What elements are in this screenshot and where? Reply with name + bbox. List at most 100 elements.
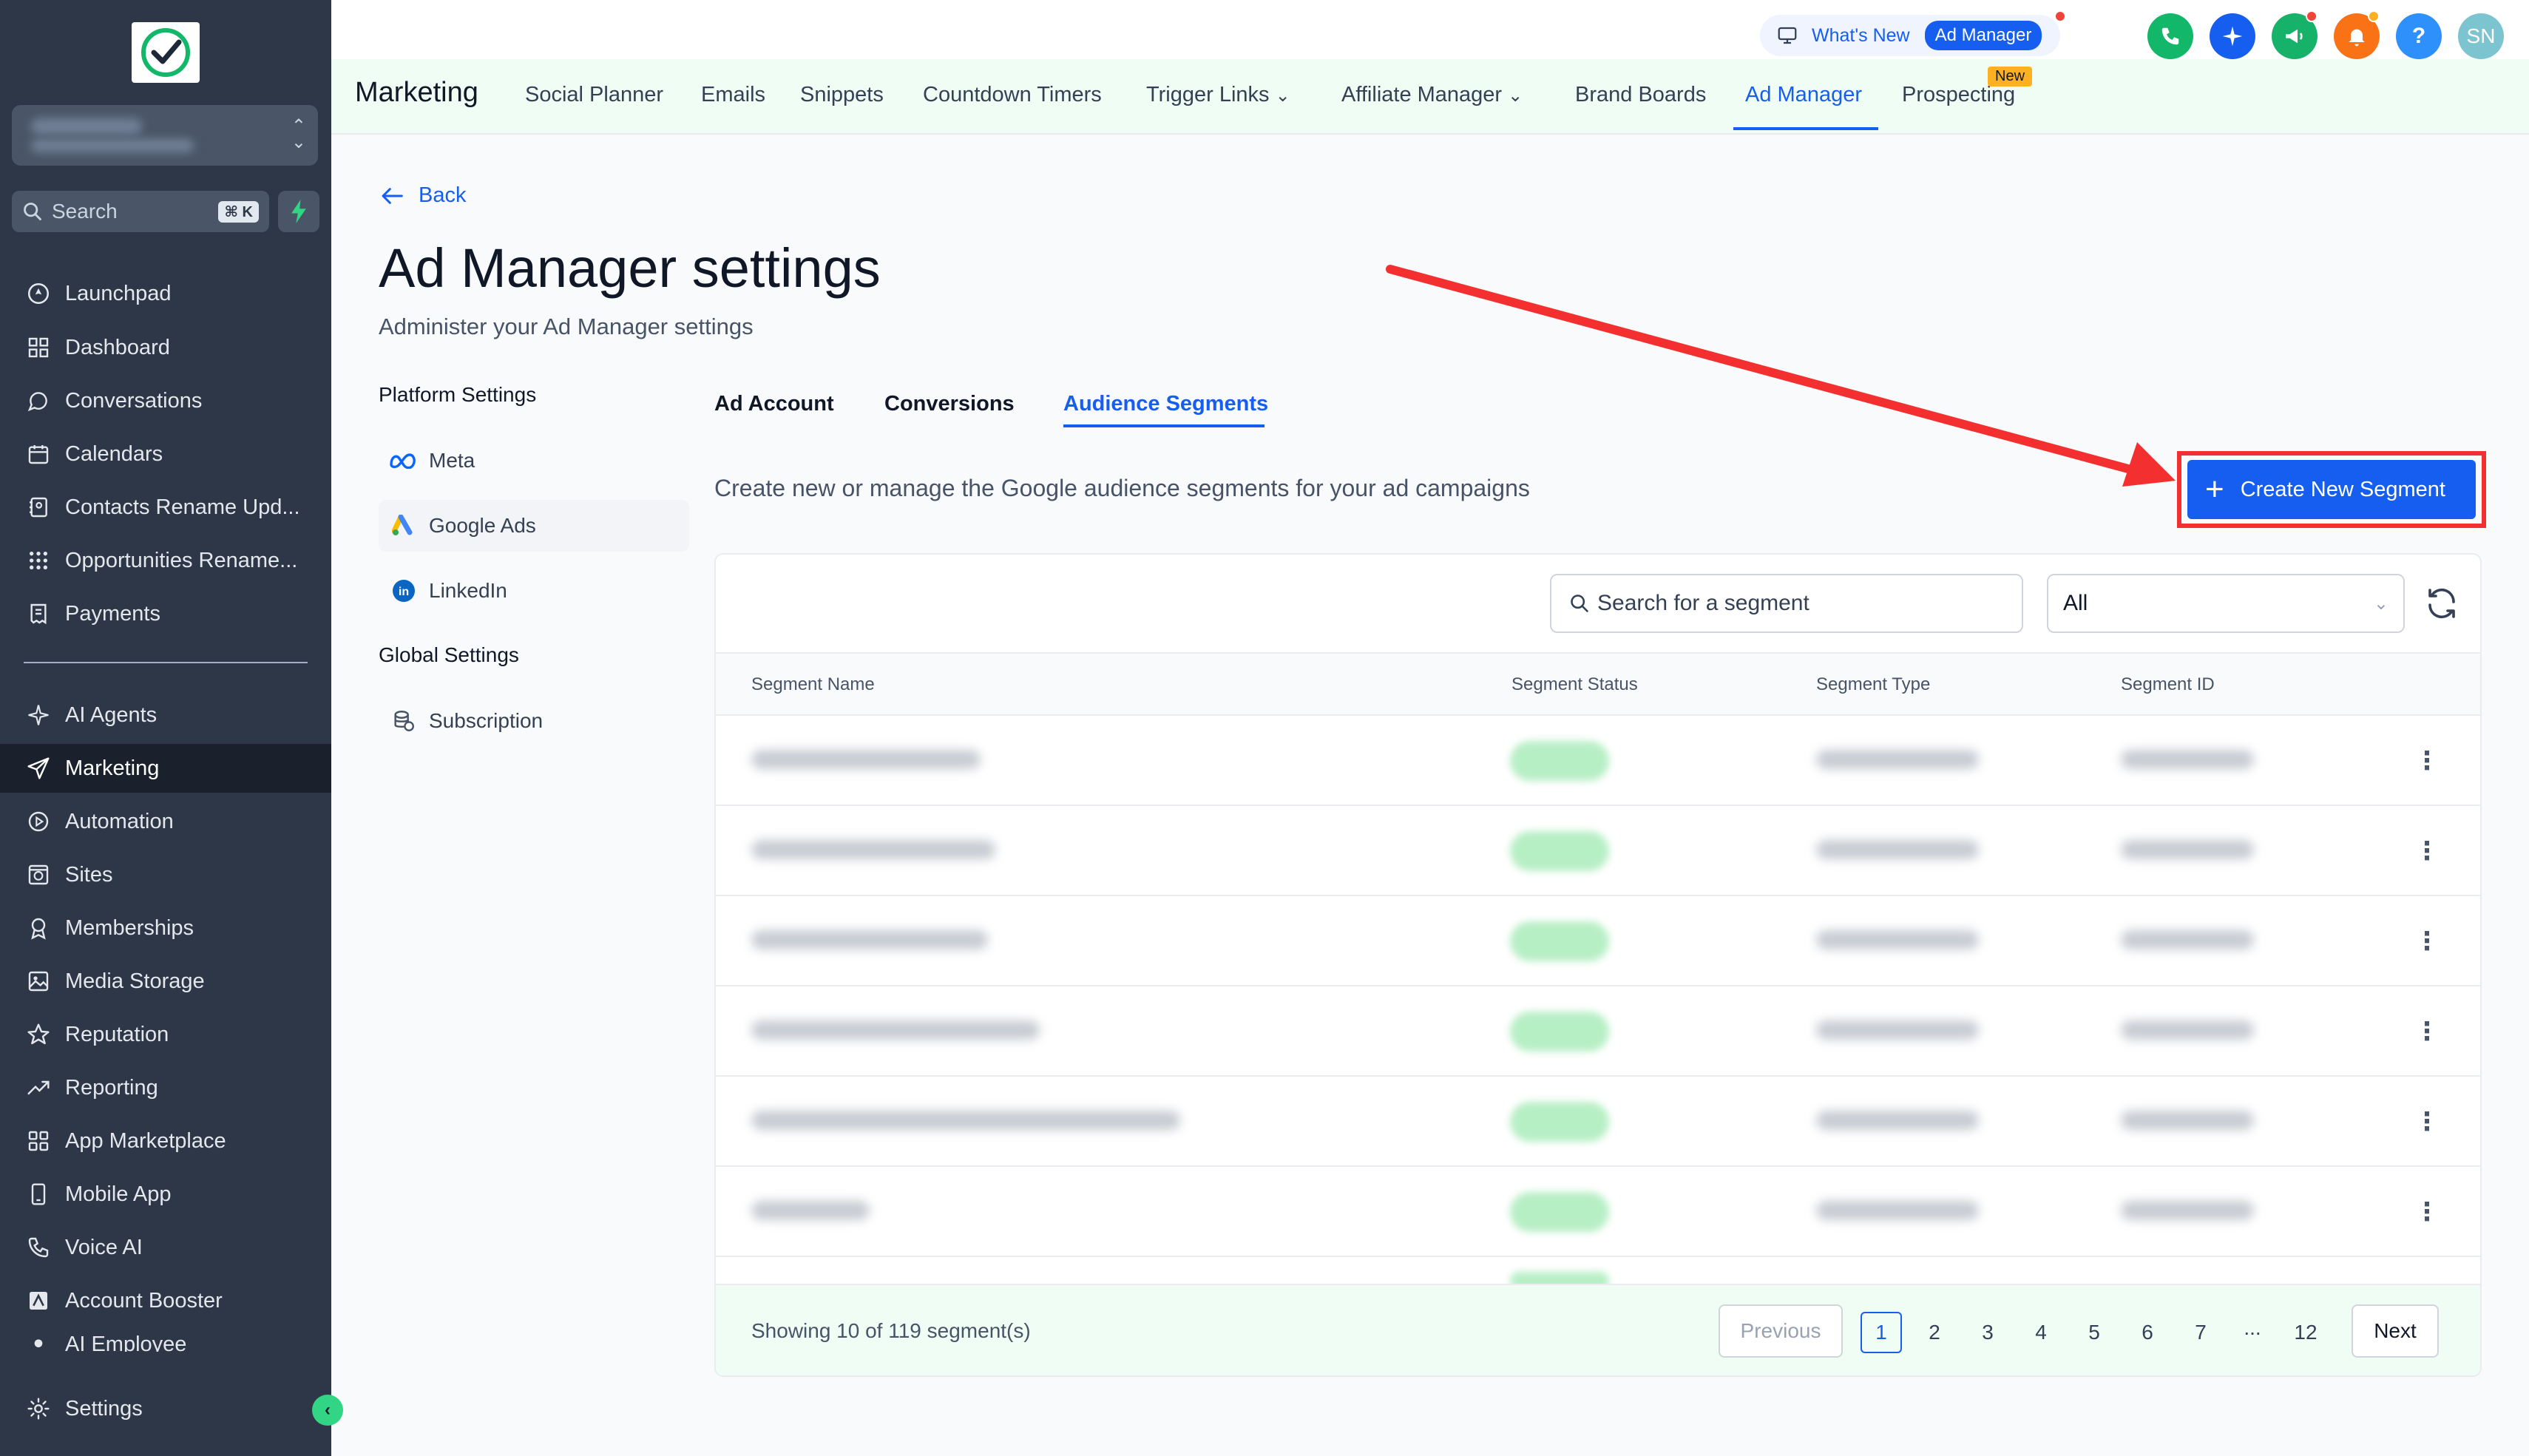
row-menu-icon[interactable]: ⋮ — [2414, 834, 2440, 868]
previous-page-button[interactable]: Previous — [1719, 1304, 1843, 1358]
avatar-initials: SN — [2466, 24, 2496, 47]
help-icon: ? — [2411, 24, 2426, 48]
refresh-icon[interactable] — [2424, 586, 2459, 621]
sidebar-item-reporting[interactable]: Reporting — [0, 1063, 331, 1112]
table-row[interactable]: ⋮ — [716, 986, 2480, 1077]
page-2[interactable]: 2 — [1914, 1312, 1955, 1353]
segment-search-input[interactable]: Search for a segment — [1550, 574, 2023, 633]
global-subscription[interactable]: Subscription — [379, 695, 689, 747]
employee-icon — [24, 1333, 53, 1352]
sidebar-item-account-booster[interactable]: Account Booster — [0, 1276, 331, 1325]
user-avatar[interactable]: SN — [2458, 13, 2504, 59]
page-6[interactable]: 6 — [2127, 1312, 2168, 1353]
help-button[interactable]: ? — [2396, 13, 2442, 59]
sidebar-item-label: Mobile App — [65, 1182, 172, 1206]
tab-brand-boards[interactable]: Brand Boards — [1575, 83, 1706, 107]
sidebar-item-payments[interactable]: Payments — [0, 589, 331, 638]
back-link[interactable]: Back — [380, 183, 466, 208]
tab-ad-account[interactable]: Ad Account — [714, 392, 834, 416]
platform-google-ads[interactable]: Google Ads — [379, 500, 689, 552]
sidebar-item-contacts[interactable]: Contacts Rename Upd... — [0, 483, 331, 532]
column-segment-name[interactable]: Segment Name — [751, 674, 875, 695]
page-ellipsis: ... — [2244, 1316, 2261, 1339]
sidebar-item-opportunities[interactable]: Opportunities Rename... — [0, 536, 331, 585]
collapse-sidebar-button[interactable]: ‹ — [312, 1395, 343, 1426]
sidebar-item-conversations[interactable]: Conversations — [0, 376, 331, 425]
row-menu-icon[interactable]: ⋮ — [2414, 1105, 2440, 1139]
search-icon — [24, 203, 41, 220]
sidebar-item-voice-ai[interactable]: Voice AI — [0, 1223, 331, 1272]
row-menu-icon[interactable]: ⋮ — [2414, 1195, 2440, 1229]
platform-linkedin[interactable]: in LinkedIn — [379, 565, 689, 617]
row-menu-icon[interactable]: ⋮ — [2414, 744, 2440, 778]
tab-ad-manager[interactable]: Ad Manager — [1745, 83, 1862, 107]
table-row[interactable]: ⋮ — [716, 896, 2480, 986]
table-row[interactable]: ⋮ — [716, 1077, 2480, 1167]
segment-status-filter[interactable]: All ⌄ — [2047, 574, 2405, 633]
app-logo[interactable] — [132, 22, 200, 83]
page-12[interactable]: 12 — [2285, 1312, 2326, 1353]
sidebar-item-ai-employee[interactable]: AI Employee — [0, 1330, 331, 1352]
sidebar-item-label: Memberships — [65, 915, 194, 940]
column-segment-status[interactable]: Segment Status — [1511, 674, 1638, 695]
sidebar: ⌃ ⌄ Search ⌘ K Launchpad Dashboard Conver… — [0, 0, 331, 1456]
whats-new-button[interactable]: What's New Ad Manager — [1760, 15, 2060, 56]
quick-action-button[interactable] — [278, 191, 319, 232]
sidebar-item-media-storage[interactable]: Media Storage — [0, 957, 331, 1006]
rocket-icon — [24, 279, 53, 308]
sidebar-item-ai-agents[interactable]: AI Agents — [0, 691, 331, 739]
sidebar-item-app-marketplace[interactable]: App Marketplace — [0, 1117, 331, 1165]
tab-snippets[interactable]: Snippets — [800, 83, 884, 107]
tab-social-planner[interactable]: Social Planner — [525, 83, 663, 107]
sidebar-search[interactable]: Search ⌘ K — [12, 191, 269, 232]
row-menu-icon[interactable]: ⋮ — [2414, 1015, 2440, 1049]
sidebar-divider — [24, 662, 308, 663]
showing-count: Showing 10 of 119 segment(s) — [751, 1319, 1031, 1342]
tab-countdown-timers[interactable]: Countdown Timers — [923, 83, 1102, 107]
next-page-button[interactable]: Next — [2352, 1304, 2439, 1358]
ai-assistant-button[interactable] — [2210, 13, 2255, 59]
tab-affiliate-manager[interactable]: Affiliate Manager ⌄ — [1341, 83, 1523, 107]
page-3[interactable]: 3 — [1967, 1312, 2008, 1353]
sidebar-item-reputation[interactable]: Reputation — [0, 1010, 331, 1059]
new-badge: New — [1988, 67, 2033, 87]
sidebar-item-settings[interactable]: Settings — [0, 1384, 331, 1433]
phone-button[interactable] — [2147, 13, 2193, 59]
bell-notification-dot — [2368, 10, 2380, 22]
bell-icon — [2349, 29, 2365, 47]
table-row[interactable]: ⋮ — [716, 1167, 2480, 1257]
apps-icon — [24, 1126, 53, 1156]
page-4[interactable]: 4 — [2020, 1312, 2062, 1353]
sidebar-item-label: Automation — [65, 809, 174, 833]
sidebar-item-mobile-app[interactable]: Mobile App — [0, 1170, 331, 1219]
table-row[interactable]: ⋮ — [716, 806, 2480, 896]
create-new-segment-button[interactable]: + Create New Segment — [2187, 460, 2476, 519]
tab-emails[interactable]: Emails — [701, 83, 765, 107]
tab-audience-segments[interactable]: Audience Segments — [1063, 392, 1268, 416]
column-segment-type[interactable]: Segment Type — [1816, 674, 1930, 695]
page-1[interactable]: 1 — [1861, 1312, 1902, 1353]
table-row[interactable]: ⋮ — [716, 716, 2480, 806]
sidebar-item-launchpad[interactable]: Launchpad — [0, 269, 331, 318]
trend-icon — [24, 1073, 53, 1103]
sidebar-item-sites[interactable]: Sites — [0, 850, 331, 899]
row-menu-icon[interactable]: ⋮ — [2414, 924, 2440, 958]
global-settings-heading: Global Settings — [379, 643, 519, 666]
sidebar-item-memberships[interactable]: Memberships — [0, 904, 331, 952]
arrow-left-icon — [382, 187, 403, 204]
tab-trigger-links[interactable]: Trigger Links ⌄ — [1146, 83, 1290, 107]
page-5[interactable]: 5 — [2073, 1312, 2115, 1353]
sidebar-item-label: App Marketplace — [65, 1128, 226, 1153]
sidebar-item-calendars[interactable]: Calendars — [0, 430, 331, 478]
content-tab-underline — [1063, 424, 1264, 427]
sidebar-item-dashboard[interactable]: Dashboard — [0, 323, 331, 372]
column-segment-id[interactable]: Segment ID — [2121, 674, 2215, 695]
tab-conversions[interactable]: Conversions — [884, 392, 1015, 416]
account-switcher[interactable]: ⌃ ⌄ — [12, 105, 318, 166]
sidebar-item-automation[interactable]: Automation — [0, 797, 331, 846]
pipeline-icon — [24, 546, 53, 575]
platform-meta[interactable]: Meta — [379, 435, 689, 487]
sidebar-item-label: Account Booster — [65, 1288, 223, 1313]
page-7[interactable]: 7 — [2180, 1312, 2221, 1353]
sidebar-item-marketing[interactable]: Marketing — [0, 744, 331, 793]
